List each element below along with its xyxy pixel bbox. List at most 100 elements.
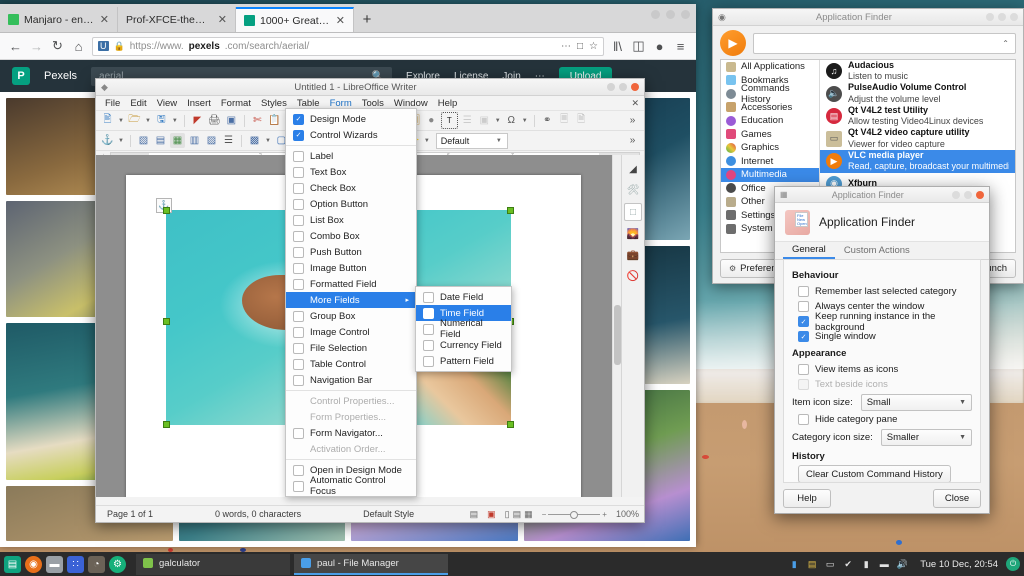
submenu-item-pattern-field[interactable]: Pattern Field: [416, 353, 511, 369]
checkbox-icon[interactable]: [293, 199, 304, 210]
writer-sidebar[interactable]: ◢ 🛠 □ 🌄 💼 🚫: [621, 155, 644, 497]
menu-item-control-wizards[interactable]: ✓ Control Wizards: [286, 127, 416, 143]
clock[interactable]: Tue 10 Dec, 20:54: [916, 559, 1002, 570]
properties-icon[interactable]: 🛠: [625, 182, 641, 198]
print-preview-icon[interactable]: ▣: [224, 113, 239, 128]
checkbox-icon[interactable]: [798, 301, 809, 312]
option-keep-running-background[interactable]: ✓ Keep running instance in the backgroun…: [792, 314, 972, 329]
form-menu-dropdown[interactable]: ✓ Design Mode ✓ Control Wizards Label Te…: [285, 108, 417, 497]
firefox-icon[interactable]: ◉: [25, 556, 42, 573]
checkbox-icon[interactable]: [293, 375, 304, 386]
shield-icon[interactable]: U: [98, 41, 109, 51]
taskbar-item-galculator[interactable]: galculator: [136, 554, 290, 575]
submenu-item-date-field[interactable]: Date Field: [416, 289, 511, 305]
resize-handle[interactable]: [163, 421, 170, 428]
forward-icon[interactable]: →: [29, 39, 44, 54]
checkbox-icon[interactable]: [293, 231, 304, 242]
insert-field-icon[interactable]: ▣: [477, 113, 492, 128]
writer-titlebar[interactable]: ◆ Untitled 1 - LibreOffice Writer: [96, 79, 644, 96]
battery-icon[interactable]: ▮: [860, 559, 872, 570]
menu-item-automatic-control-focus[interactable]: Automatic Control Focus: [286, 478, 416, 494]
save-icon[interactable]: 🖫: [154, 113, 169, 128]
close-document-icon[interactable]: ✕: [631, 98, 639, 109]
app-finder-search-input[interactable]: ⌃: [753, 33, 1016, 54]
resize-handle[interactable]: [507, 421, 514, 428]
print-icon[interactable]: 🖨: [207, 113, 222, 128]
zoom-track[interactable]: [548, 514, 600, 515]
app-grid-icon[interactable]: ∷: [67, 556, 84, 573]
menu-item-more-fields[interactable]: More Fields ▸: [286, 292, 416, 308]
checkbox-checked-icon[interactable]: ✓: [798, 316, 809, 327]
category-icon-size-select[interactable]: Smaller ▼: [881, 429, 972, 446]
hyperlink-icon[interactable]: ⚭: [540, 113, 555, 128]
browser-tab-bar[interactable]: Manjaro - enjoy the simp ✕ Prof-XFCE-the…: [0, 4, 696, 33]
navigator-icon[interactable]: 💼: [625, 247, 641, 263]
gallery-icon[interactable]: 🌄: [625, 226, 641, 242]
page-break-icon[interactable]: ☰: [460, 113, 475, 128]
item-icon-size-row[interactable]: Item icon size: Small ▼: [792, 392, 972, 412]
app-finder-titlebar[interactable]: ◉ Application Finder: [713, 9, 1023, 26]
checkbox-icon[interactable]: [293, 481, 304, 492]
writer-status-bar[interactable]: Page 1 of 1 0 words, 0 characters Defaul…: [96, 505, 644, 522]
insert-chart-icon[interactable]: ●: [424, 113, 439, 128]
tab-close-icon[interactable]: ✕: [100, 13, 109, 26]
submenu-item-currency-field[interactable]: Currency Field: [416, 337, 511, 353]
checkbox-icon[interactable]: [423, 292, 434, 303]
chevron-down-icon[interactable]: ▼: [118, 138, 124, 144]
chevron-down-icon[interactable]: ▼: [495, 118, 501, 124]
app-item-qt-v4l2-video-capture-utility[interactable]: ▭ Qt V4L2 video capture utilityViewer fo…: [820, 128, 1015, 151]
category-commands-history[interactable]: Commands History: [721, 87, 819, 101]
wrap-right-icon[interactable]: ▨: [204, 133, 219, 148]
option-remember-last-category[interactable]: Remember last selected category: [792, 284, 972, 299]
browser-tab-active[interactable]: 1000+ Great Aerial Phot ✕: [236, 7, 354, 32]
menu-item-form-navigator[interactable]: Form Navigator...: [286, 425, 416, 441]
checkbox-icon[interactable]: [293, 167, 304, 178]
menu-item-formatted-field[interactable]: Formatted Field: [286, 276, 416, 292]
network-icon[interactable]: ▬: [878, 559, 890, 570]
chevron-down-icon[interactable]: ▼: [496, 138, 502, 144]
checkbox-icon[interactable]: [293, 428, 304, 439]
option-view-items-as-icons[interactable]: View items as icons: [792, 362, 972, 377]
maximize-icon[interactable]: [619, 83, 627, 91]
checkbox-icon[interactable]: [293, 247, 304, 258]
copy-icon[interactable]: 📋: [267, 113, 282, 128]
menu-item-text-box[interactable]: Text Box: [286, 164, 416, 180]
app-item-audacious[interactable]: ♫ AudaciousListen to music: [820, 60, 1015, 83]
chevron-down-icon[interactable]: ▼: [265, 138, 271, 144]
checkbox-icon[interactable]: [293, 151, 304, 162]
checkbox-icon[interactable]: [423, 356, 434, 367]
category-icon-size-row[interactable]: Category icon size: Smaller ▼: [792, 427, 972, 447]
zoom-knob[interactable]: [570, 511, 578, 519]
reader-mode-icon[interactable]: □: [577, 41, 583, 52]
settings-icon[interactable]: ⚙: [109, 556, 126, 573]
taskbar[interactable]: ▤ ◉ ▬ ∷ ◔ ⚙ galculator paul - File Manag…: [0, 552, 1024, 576]
menu-item-image-control[interactable]: Image Control: [286, 324, 416, 340]
checkbox-icon[interactable]: [293, 279, 304, 290]
multi-page-view-icon[interactable]: ▤: [513, 509, 522, 520]
endnote-icon[interactable]: 🗎: [574, 113, 589, 128]
home-icon[interactable]: ⌂: [71, 39, 86, 54]
open-icon[interactable]: 🗁: [127, 113, 142, 128]
menu-help[interactable]: Help: [433, 97, 463, 110]
manjaro-menu-icon[interactable]: ▤: [4, 556, 21, 573]
pexels-logo-icon[interactable]: P: [12, 67, 30, 85]
tab-close-icon[interactable]: ✕: [218, 13, 227, 26]
address-bar[interactable]: U 🔒 https://www.pexels.com/search/aerial…: [92, 37, 604, 56]
maximize-icon[interactable]: [964, 191, 972, 199]
menu-item-list-box[interactable]: List Box: [286, 212, 416, 228]
menu-item-image-button[interactable]: Image Button: [286, 260, 416, 276]
chevron-down-icon[interactable]: ▼: [172, 118, 178, 124]
option-hide-category-pane[interactable]: Hide category pane: [792, 412, 972, 427]
menu-view[interactable]: View: [152, 97, 182, 110]
cut-icon[interactable]: ✄: [250, 113, 265, 128]
display-icon[interactable]: ▮: [788, 559, 800, 570]
reload-icon[interactable]: ↻: [50, 38, 65, 54]
prefs-titlebar[interactable]: ▦ Application Finder: [775, 187, 989, 203]
resize-handle[interactable]: [507, 207, 514, 214]
menu-item-check-box[interactable]: Check Box: [286, 180, 416, 196]
checkbox-icon[interactable]: [293, 343, 304, 354]
anchor-icon[interactable]: ⚓: [100, 133, 115, 148]
book-view-icon[interactable]: ▦: [524, 509, 533, 520]
checkbox-icon[interactable]: [293, 465, 304, 476]
system-tray[interactable]: ▮ ▤ ▭ ✔ ▮ ▬ 🔊: [788, 559, 912, 570]
